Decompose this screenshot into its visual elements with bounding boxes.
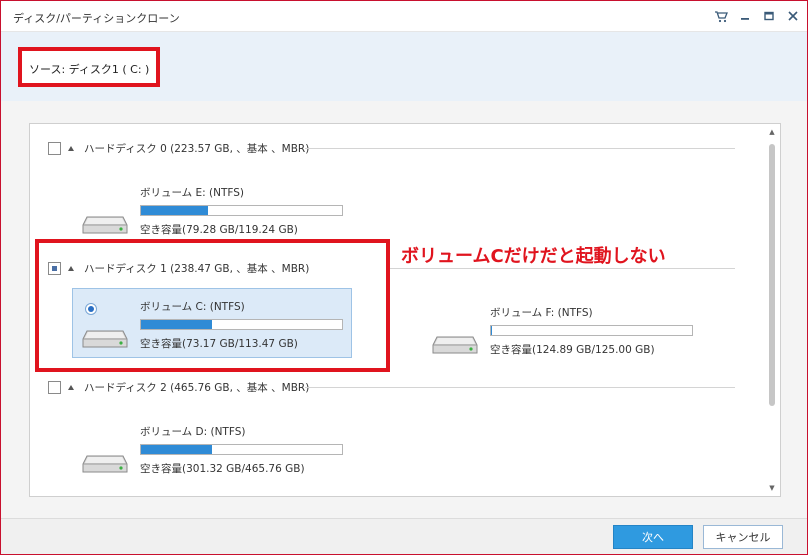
annotation-text: ボリュームCだけだと起動しない [401,246,666,267]
footer-bar: 次へ キャンセル [1,518,807,554]
volume-card-d[interactable]: ボリューム D: (NTFS) 空き容量(301.32 GB/465.76 GB… [73,414,353,484]
volume-name: ボリューム E: (NTFS) [140,187,245,199]
collapse-icon[interactable] [68,384,74,390]
usage-bar [140,444,343,455]
next-button[interactable]: 次へ [613,525,693,549]
window-title: ディスク/パーティションクローン [13,12,180,25]
scroll-up-arrow-icon[interactable]: ▲ [768,128,776,136]
source-highlight-box: ソース: ディスク1 ( C: ) [18,47,160,87]
volume-free-space: 空き容量(79.28 GB/119.24 GB) [140,224,298,236]
disk-header-0: ハードディスク 0 (223.57 GB, 、基本 、MBR) [48,140,309,156]
close-icon[interactable] [781,5,805,27]
volume-name: ボリューム D: (NTFS) [140,426,246,438]
disk-checkbox-2[interactable] [48,380,61,394]
disk-checkbox-0[interactable] [48,141,61,155]
usage-bar-fill [141,445,212,454]
maximize-icon[interactable] [757,5,781,27]
cancel-button[interactable]: キャンセル [703,525,783,549]
volume-card-e[interactable]: ボリューム E: (NTFS) 空き容量(79.28 GB/119.24 GB) [73,175,353,245]
cart-icon[interactable] [709,5,733,27]
divider [305,387,735,388]
usage-bar [490,325,693,336]
disk-clone-window: ディスク/パーティションクローン ソース: ディスク1 ( C: ) ハードディ… [0,0,808,555]
source-bar: ソース: ディスク1 ( C: ) [1,32,807,101]
disk-label-0: ハードディスク 0 (223.57 GB, 、基本 、MBR) [84,142,310,155]
hard-drive-icon [82,455,128,473]
hard-drive-icon [432,336,478,354]
scroll-thumb[interactable] [769,144,775,406]
volume-card-f[interactable]: ボリューム F: (NTFS) 空き容量(124.89 GB/125.00 GB… [423,295,703,365]
source-label: ソース: ディスク1 ( C: ) [29,63,150,76]
divider [390,268,735,269]
hard-drive-icon [82,216,128,234]
disk-header-2: ハードディスク 2 (465.76 GB, 、基本 、MBR) [48,379,309,395]
title-bar: ディスク/パーティションクローン [1,1,807,32]
minimize-icon[interactable] [733,5,757,27]
scroll-down-arrow-icon[interactable]: ▼ [768,484,776,492]
volume-free-space: 空き容量(301.32 GB/465.76 GB) [140,463,305,475]
vertical-scrollbar[interactable]: ▲ ▼ [766,124,778,496]
usage-bar-fill [141,206,209,215]
divider [305,148,735,149]
usage-bar [140,205,343,216]
volume-name: ボリューム F: (NTFS) [490,307,593,319]
collapse-icon[interactable] [68,145,74,151]
disk-label-2: ハードディスク 2 (465.76 GB, 、基本 、MBR) [84,381,310,394]
annotation-highlight-box [35,239,390,372]
volume-free-space: 空き容量(124.89 GB/125.00 GB) [490,344,655,356]
